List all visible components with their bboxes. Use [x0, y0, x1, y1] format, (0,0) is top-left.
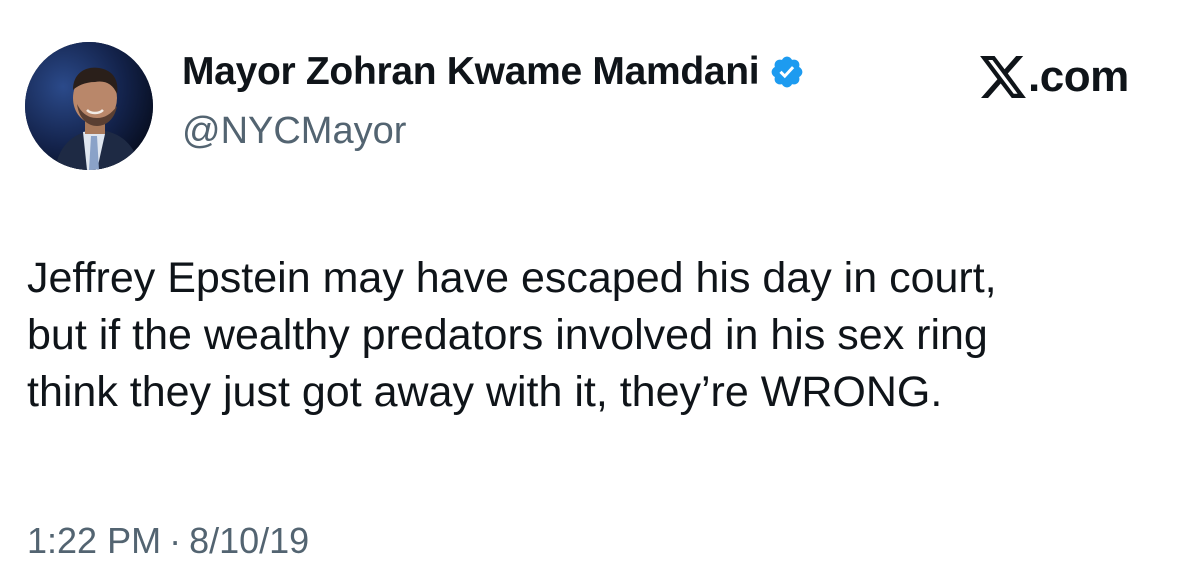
platform-logo: .com	[980, 52, 1129, 102]
tweet-text: Jeffrey Epstein may have escaped his day…	[27, 250, 1187, 421]
tweet-card: Mayor Zohran Kwame Mamdani @NYCMayor .co…	[0, 0, 1200, 584]
tweet-time: 1:22 PM	[27, 520, 162, 561]
tweet-text-line: Jeffrey Epstein may have escaped his day…	[27, 254, 997, 302]
tweet-text-line: but if the wealthy predators involved in…	[27, 311, 988, 359]
author-avatar[interactable]	[25, 42, 153, 170]
tweet-text-line: think they just got away with it, they’r…	[27, 368, 943, 416]
author-name-row: Mayor Zohran Kwame Mamdani	[182, 50, 805, 94]
avatar-photo	[25, 42, 153, 170]
timestamp-separator: ·	[169, 520, 182, 561]
tweet-timestamp[interactable]: 1:22 PM · 8/10/19	[27, 520, 309, 562]
author-display-name[interactable]: Mayor Zohran Kwame Mamdani	[182, 50, 760, 94]
tweet-date: 8/10/19	[189, 520, 310, 561]
x-logo-icon	[980, 56, 1026, 98]
platform-domain: .com	[1028, 52, 1129, 101]
verified-badge-icon	[769, 54, 805, 90]
author-handle[interactable]: @NYCMayor	[182, 110, 406, 153]
